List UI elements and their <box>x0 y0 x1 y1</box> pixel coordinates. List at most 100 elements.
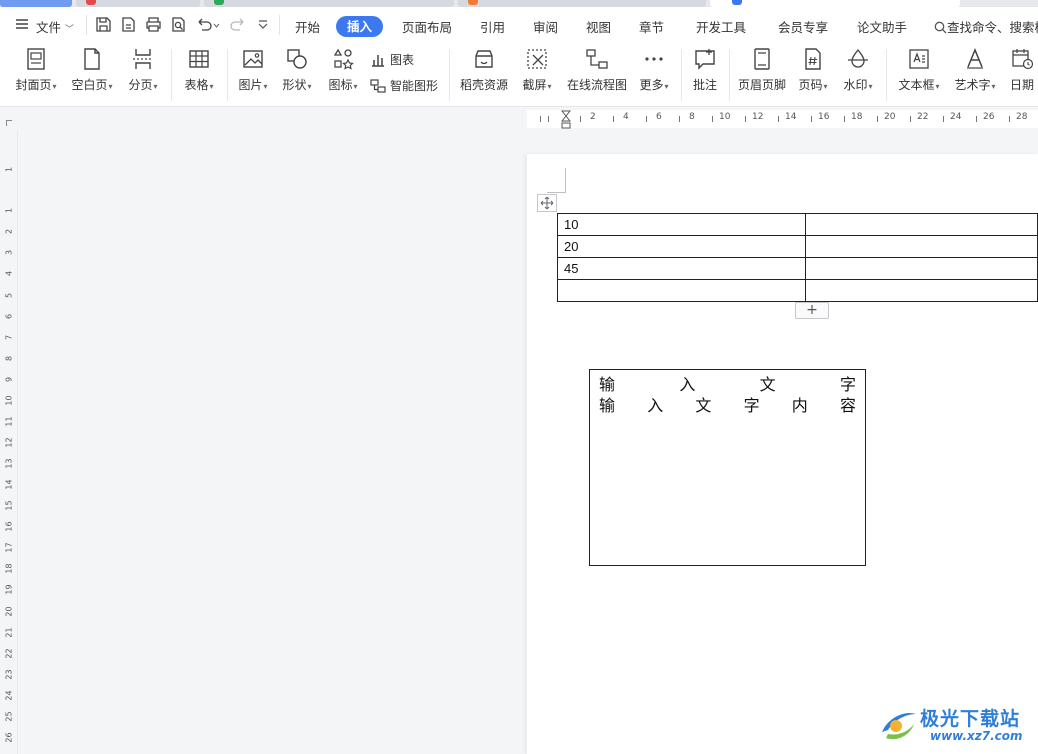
cover-page-button[interactable]: 封面页▾ <box>12 47 60 93</box>
customize-toolbar-icon[interactable] <box>256 16 274 34</box>
tab-insert[interactable]: 插入 <box>336 16 383 37</box>
text-char: 入 <box>679 375 696 394</box>
ruler-label: 14 <box>785 112 797 122</box>
print-preview-icon[interactable] <box>170 16 188 34</box>
tab-view[interactable]: 视图 <box>586 17 611 36</box>
text-char: 输 <box>599 396 616 415</box>
online-flowchart-button[interactable]: 在线流程图 <box>564 47 630 93</box>
table-cell[interactable]: 10 <box>557 213 806 236</box>
more-button[interactable]: 更多▾ <box>636 47 672 93</box>
text-char: 字 <box>743 396 760 415</box>
textbox-button[interactable]: 文本框▾ <box>894 47 944 93</box>
tab-references[interactable]: 引用 <box>480 17 505 36</box>
table-icon <box>189 50 209 68</box>
ruler-label: 21 <box>4 627 14 638</box>
ruler-label: 25 <box>4 711 14 722</box>
print-icon[interactable] <box>145 16 163 34</box>
menu-bar: 文件 ﹀ 开始 插入 页面布局 引用 审阅 视图 章节 开发工具 会员专享 论文… <box>0 7 1038 43</box>
tab-member[interactable]: 会员专享 <box>778 17 828 36</box>
window-tab-slides[interactable] <box>458 0 706 7</box>
icon-library-button[interactable]: 图标▾ <box>325 47 361 93</box>
textbox-icon <box>909 49 929 69</box>
redo-icon[interactable] <box>230 16 248 34</box>
export-pdf-icon[interactable] <box>120 16 138 34</box>
ruler-tick <box>877 116 878 122</box>
screenshot-button[interactable]: 截屏▾ <box>518 47 556 93</box>
date-button[interactable]: 日期 <box>1006 47 1038 93</box>
tab-start[interactable]: 开始 <box>295 17 320 36</box>
tab-stop-selector[interactable] <box>6 120 12 126</box>
table-cell[interactable]: 20 <box>557 235 806 258</box>
ruler-label: 13 <box>4 458 14 469</box>
window-tab-home[interactable] <box>0 0 72 7</box>
tab-thesis-assistant[interactable]: 论文助手 <box>857 17 907 36</box>
vertical-ruler[interactable]: 1 1 2 3 4 5 6 7 8 9 10 11 12 13 14 15 16… <box>0 130 18 754</box>
wordart-button[interactable]: 艺术字▾ <box>950 47 1000 93</box>
page-number-button[interactable]: 页码▾ <box>794 47 832 93</box>
window-tab-sheet[interactable] <box>204 0 454 7</box>
watermark-button[interactable]: 水印▾ <box>838 47 878 93</box>
indent-marker[interactable] <box>560 110 572 133</box>
ruler-tick <box>976 116 977 122</box>
ruler-label: 23 <box>4 669 14 680</box>
store-icon <box>475 50 493 68</box>
blank-page-icon <box>84 48 100 70</box>
text-char: 容 <box>839 396 856 415</box>
undo-icon[interactable] <box>195 16 223 34</box>
tab-page-layout[interactable]: 页面布局 <box>402 17 452 36</box>
table-button[interactable]: 表格▾ <box>180 47 218 93</box>
ruler-label: 1 <box>4 166 14 173</box>
ruler-tick <box>778 116 779 122</box>
chart-button[interactable]: 图表 <box>370 51 414 68</box>
page-break-icon <box>133 49 153 69</box>
text-box[interactable]: 输 入 文 字 输 入 文 字 内 容 <box>589 369 866 566</box>
ruler-label: 10 <box>719 112 731 122</box>
document-table[interactable]: 10 20 45 <box>557 213 1038 302</box>
hamburger-icon[interactable] <box>14 16 32 34</box>
table-cell[interactable] <box>557 279 806 302</box>
divider <box>729 49 730 101</box>
site-watermark-logo: 极光下载站 www.xz7.com <box>876 700 1036 750</box>
table-cell[interactable] <box>804 213 1038 236</box>
chart-icon <box>372 54 384 67</box>
ruler-label: 18 <box>4 563 14 574</box>
ruler-label: 12 <box>752 112 764 122</box>
table-cell[interactable] <box>804 235 1038 258</box>
comment-button[interactable]: 批注 <box>688 47 722 93</box>
blank-page-button[interactable]: 空白页▾ <box>68 47 116 93</box>
add-row-button[interactable]: + <box>795 302 829 319</box>
divider <box>227 49 228 101</box>
table-cell[interactable]: 45 <box>557 257 806 280</box>
save-icon[interactable] <box>95 16 113 34</box>
ruler-label: 26 <box>983 112 995 122</box>
table-row <box>557 279 1038 302</box>
document-page[interactable]: 10 20 45 + 输 入 文 字 输 入 文 字 内 容 <box>527 154 1038 754</box>
smartart-button[interactable]: 智能图形 <box>370 77 438 94</box>
table-cell[interactable] <box>804 257 1038 280</box>
command-search[interactable]: 查找命令、搜索模 <box>934 17 1038 36</box>
divider <box>681 49 682 101</box>
header-footer-button[interactable]: 页眉页脚 <box>736 47 788 93</box>
ruler-label: 24 <box>4 690 14 701</box>
tab-review[interactable]: 审阅 <box>533 17 558 36</box>
ruler-label: 12 <box>4 437 14 448</box>
table-cell[interactable] <box>804 279 1038 302</box>
picture-button[interactable]: 图片▾ <box>235 47 271 93</box>
ruler-label: 7 <box>4 334 14 341</box>
page-break-button[interactable]: 分页▾ <box>124 47 162 93</box>
ruler-label: 10 <box>4 395 14 406</box>
file-menu[interactable]: 文件 ﹀ <box>36 17 74 36</box>
tab-developer[interactable]: 开发工具 <box>696 17 746 36</box>
window-tab-writer[interactable] <box>710 0 960 7</box>
ribbon-insert: 封面页▾ 空白页▾ 分页▾ 表格▾ 图片▾ 形状▾ 图标▾ 图表 智能图形 稻壳… <box>0 43 1038 107</box>
cover-page-icon <box>27 48 45 70</box>
window-tab-pdf[interactable] <box>76 0 200 7</box>
flowchart-icon <box>586 49 608 69</box>
docer-resources-button[interactable]: 稻壳资源 <box>456 47 512 93</box>
horizontal-ruler[interactable]: 2 4 6 8 10 12 14 16 18 20 22 24 26 28 <box>0 108 1038 130</box>
ruler-label: 20 <box>4 606 14 617</box>
table-move-handle[interactable] <box>537 194 557 212</box>
tab-section[interactable]: 章节 <box>639 17 664 36</box>
ruler-tick <box>1009 116 1010 122</box>
shape-button[interactable]: 形状▾ <box>279 47 315 93</box>
